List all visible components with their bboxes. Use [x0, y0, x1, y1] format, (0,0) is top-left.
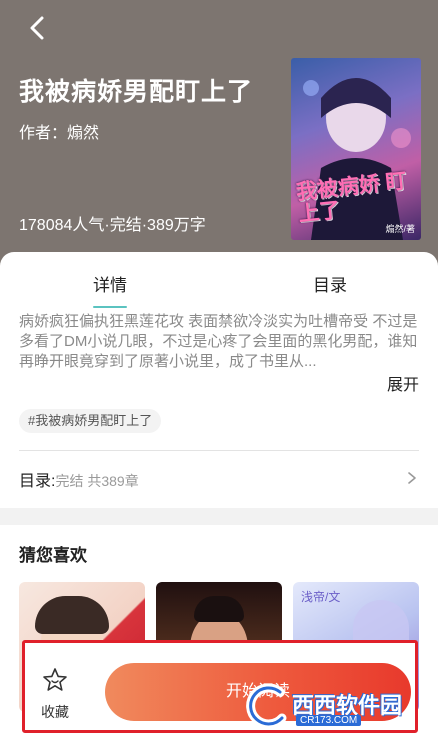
book-description: 病娇疯狂偏执狂黑莲花攻 表面禁欲冷淡实为吐槽帝受 不过是多看了DM小说几眼，不过… [19, 313, 418, 370]
back-arrow-icon[interactable] [22, 12, 54, 44]
watermark-logo-icon [246, 684, 287, 728]
book-stats: 178084人气·完结·389万字 [19, 217, 206, 234]
cover-text: 浅帝/文 [301, 590, 341, 604]
star-icon [43, 668, 67, 691]
book-tag[interactable]: #我被病娇男配盯上了 [19, 409, 162, 433]
toc-meta: 完结 共389章 [55, 473, 139, 489]
divider [19, 450, 419, 451]
watermark-url: CR173.COM [296, 715, 362, 726]
cover-hat [194, 596, 244, 622]
active-tab-indicator [93, 306, 127, 308]
book-author: 作者：煽然 [19, 125, 100, 142]
toc-row[interactable]: 目录:完结 共389章 [19, 467, 419, 491]
toc-label: 目录: [19, 473, 56, 490]
recommendations-title: 猜您喜欢 [19, 546, 87, 565]
cover-hair [35, 596, 109, 634]
expand-button[interactable]: 展开 [387, 371, 419, 395]
detail-card: 详情 目录 病娇疯狂偏执狂黑莲花攻 表面禁欲冷淡实为吐槽帝受 不过是多看了DM小… [0, 252, 438, 508]
book-title: 我被病娇男配盯上了 [19, 78, 254, 106]
favorite-button[interactable]: 收藏 [35, 667, 75, 722]
cover-author: 煽然/著 [385, 224, 415, 234]
chevron-right-icon [408, 472, 416, 484]
watermark: 西西软件园 CR173.COM [236, 680, 420, 730]
book-header: 我被病娇男配盯上了 作者：煽然 178084人气·完结·389万字 我被病娇 盯… [0, 0, 438, 275]
tab-toc[interactable]: 目录 [313, 271, 347, 296]
book-cover: 我被病娇 盯上了 煽然/著 [291, 58, 421, 240]
tab-detail[interactable]: 详情 [93, 271, 127, 296]
favorite-label: 收藏 [41, 704, 69, 720]
